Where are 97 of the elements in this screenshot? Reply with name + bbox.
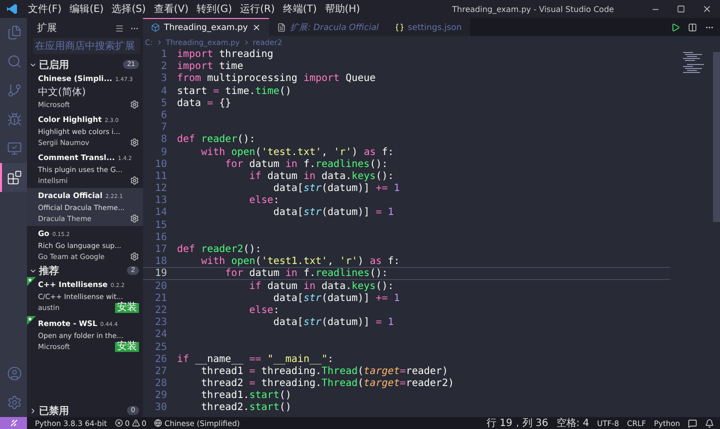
line-number: 19 [154,268,168,279]
code-line: with open('test.txt', 'r') as f: [200,146,395,157]
line-number: 29 [154,390,168,400]
code-line: for datum in f.readlines(): [224,268,389,279]
line-number: 6 [160,110,168,120]
line-number: 14 [154,207,168,218]
code-line: from multiprocessing import Queue [177,73,377,84]
line-number: 24 [154,329,168,340]
code-line: start = time.time() [177,86,292,96]
code-line: if datum in data.keys(): [248,170,395,182]
cursor-position[interactable]: 行 19，列 36 [486,416,548,429]
star-badge-icon [27,316,36,325]
line-number: 1 [160,49,168,60]
line-number: 25 [154,342,168,352]
app-logo-icon [6,3,18,15]
json-file-icon [394,23,404,32]
menu-item[interactable]: 帮助(H) [320,2,364,16]
code-line: data[str(datum)] += 1 [273,292,401,303]
code-line: with open('test1.txt', 'r') as f: [200,256,401,266]
settings-icon[interactable] [130,138,139,147]
line-number: 2 [160,61,168,72]
line-number: 8 [160,134,168,144]
code-line: if __name__ == "__main__": [177,354,335,364]
line-number: 5 [160,98,168,108]
editor-tab[interactable]: Threading_exam.py [143,18,269,36]
chevron-icon [242,38,250,46]
line-number: 27 [154,366,168,376]
line-number: 20 [154,280,168,291]
code-line: thread1.start() [200,390,292,400]
code-line: if datum in data.keys(): [248,280,395,291]
code-line: data[str(datum)] = 1 [272,207,395,218]
python-file-icon [151,23,160,32]
line-number: 12 [154,183,168,194]
code-line: thread2.start() [200,402,292,413]
line-number: 13 [154,195,168,206]
page-file-icon [276,23,286,32]
menu-item[interactable]: 查看(V) [150,2,192,16]
line-number: 9 [160,146,168,157]
menu-item[interactable]: 转到(G) [192,2,236,16]
line-number: 4 [160,86,168,96]
menu-icon[interactable] [115,24,124,32]
chevron-right-icon [29,406,37,414]
close-icon[interactable] [702,4,712,14]
line-number: 21 [154,292,168,303]
menu-item[interactable]: 选择(S) [108,2,150,16]
menu-item[interactable]: 运行(R) [236,2,279,16]
remote-icon [10,419,18,427]
window-title: Threading_exam.py - Visual Studio Code [451,4,615,14]
bell-icon[interactable] [705,418,714,428]
line-number: 18 [154,256,168,266]
line-number: 3 [160,73,168,84]
code-line: thread1 = threading.Thread(target=reader) [200,366,449,376]
settings-icon[interactable] [130,176,139,185]
star-badge-icon [27,277,36,286]
maximize-icon[interactable] [677,5,685,13]
code-line: for datum in f.readlines(): [224,158,389,169]
settings-icon[interactable] [130,100,139,109]
sidebar-title: 扩展 [37,22,58,35]
menu-item[interactable]: 终端(T) [278,2,321,16]
extensions-icon[interactable] [0,163,27,192]
settings-icon[interactable] [130,252,139,261]
line-number: 17 [154,244,168,254]
line-number: 26 [154,354,168,364]
line-number: 23 [154,317,168,328]
extension-description: 中文(简体) [38,86,87,99]
line-number: 15 [154,220,168,230]
scrollbar[interactable] [713,52,720,222]
line-number: 7 [160,122,168,132]
line-number: 22 [154,304,168,316]
line-number: 10 [154,158,168,169]
line-number: 16 [154,232,168,242]
code-line: import threading [177,49,274,60]
globe-icon [154,419,162,427]
code-line: data[str(datum)] += 1 [273,183,401,194]
split-editor-icon[interactable] [688,22,697,32]
code-line: thread2 = threading.Thread(target=reader2) [200,378,455,388]
code-line: data[str(datum)] = 1 [272,317,395,328]
menu-item[interactable]: 编辑(E) [66,2,108,16]
code-line: else: [248,195,280,206]
line-number: 28 [154,378,168,388]
close-tab-icon[interactable] [252,23,261,32]
code-line: else: [248,304,280,316]
run-icon[interactable] [671,22,680,32]
settings-icon[interactable] [130,214,139,223]
error-icon [114,419,123,427]
line-number: 11 [154,170,168,182]
line-number: 30 [154,402,168,413]
menu-item[interactable]: 文件(F) [24,2,66,16]
chevron-icon [156,38,163,46]
code-line: data = {} [177,98,232,108]
feedback-icon[interactable] [688,418,697,428]
code-line: def reader(): [177,134,256,144]
code-line: def reader2(): [177,244,262,254]
warning-icon [132,419,140,427]
remote-indicator[interactable] [0,417,27,429]
indentation-status[interactable]: 空格: 4 [556,416,590,429]
code-line: import time [177,61,244,72]
